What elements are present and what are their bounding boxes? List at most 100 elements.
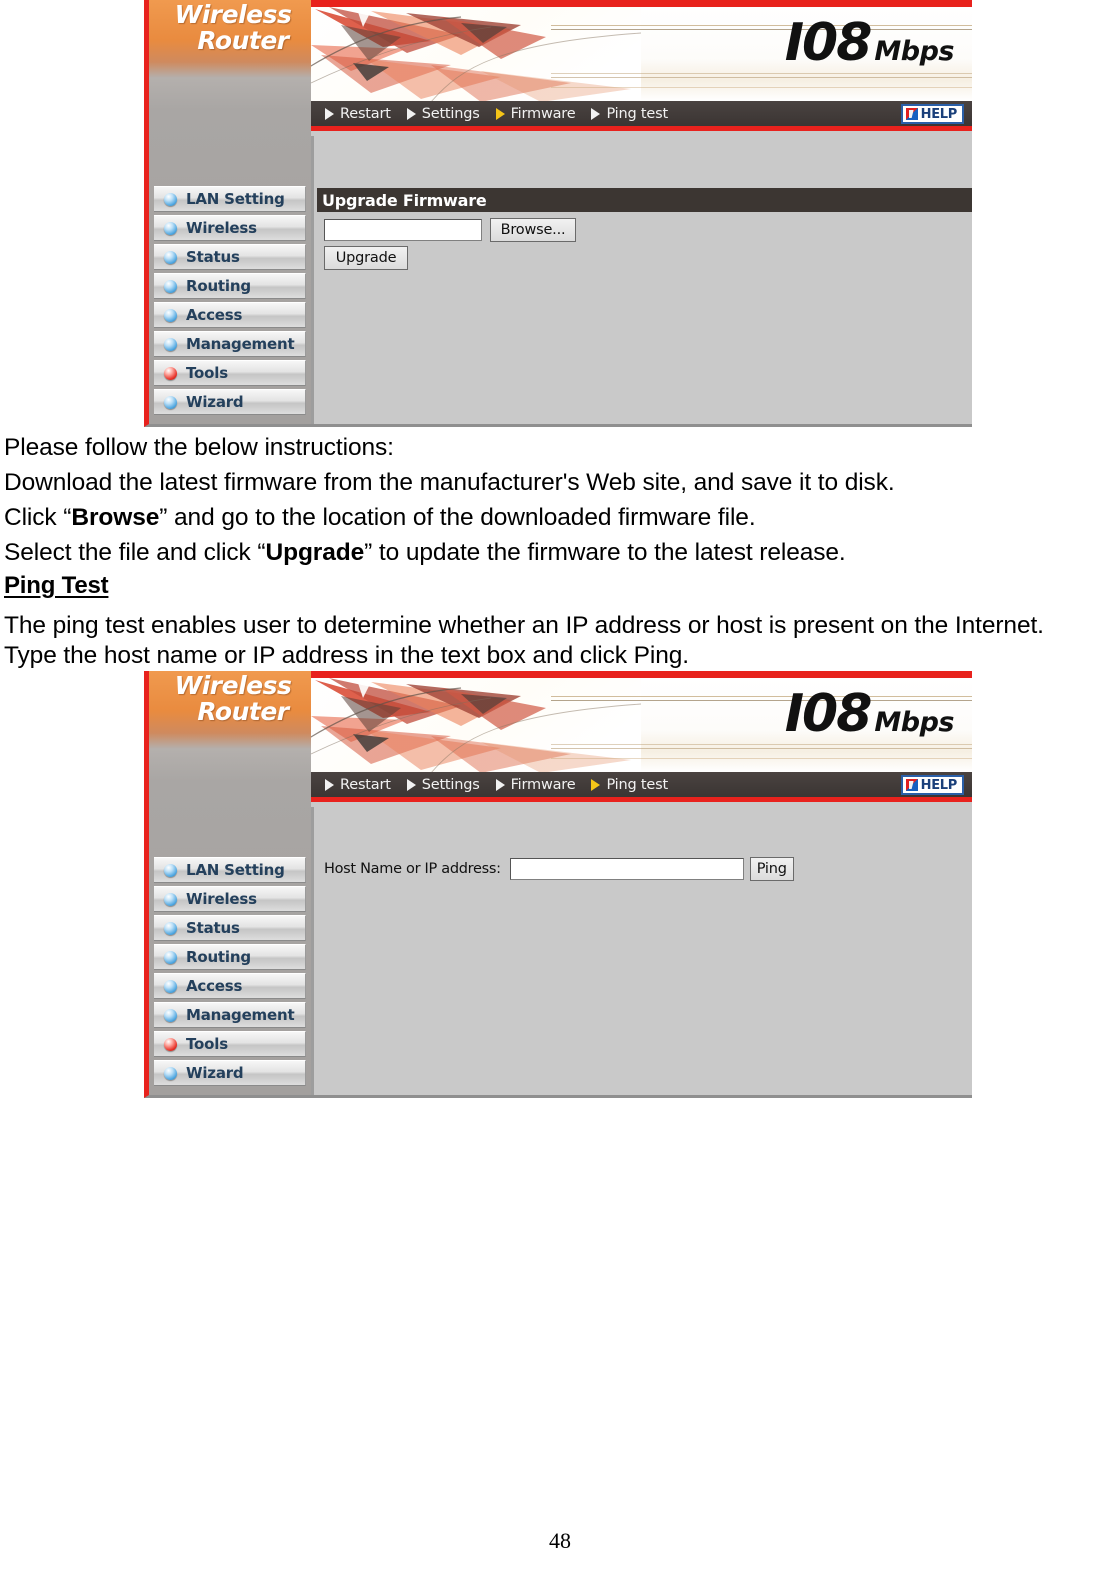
nav-item-label: Firmware — [510, 105, 576, 122]
bullet-icon — [164, 1008, 177, 1022]
sidebar-item-routing[interactable]: Routing — [154, 944, 306, 970]
nav-item-restart[interactable]: Restart — [325, 777, 391, 793]
firmware-file-input[interactable] — [324, 219, 482, 241]
arrow-right-active-icon — [591, 778, 601, 791]
help-button[interactable]: HELP — [900, 775, 964, 795]
ping-test-heading: Ping Test — [4, 572, 109, 600]
instruction-line-intro: Please follow the below instructions: — [4, 430, 1116, 465]
sidebar-item-lan-setting[interactable]: LAN Setting — [154, 186, 306, 212]
instruction-text-pre: Click “ — [4, 504, 72, 531]
sidebar-item-label: Wireless — [186, 219, 257, 237]
nav-item-label: Settings — [421, 105, 480, 122]
sidebar-item-label: Wizard — [186, 1064, 244, 1082]
sidebar-item-label: Tools — [186, 1035, 228, 1053]
nav-item-firmware[interactable]: Firmware — [495, 777, 576, 793]
sidebar: Wireless Router LAN Setting Wireless Sta… — [144, 0, 311, 427]
upgrade-action-row: Upgrade — [324, 246, 408, 270]
speed-unit: Mbps — [874, 707, 954, 738]
sidebar-item-label: Routing — [186, 948, 251, 966]
help-button-label: HELP — [920, 106, 958, 122]
sidebar-item-status[interactable]: Status — [154, 244, 306, 270]
banner: I08 Mbps — [311, 671, 972, 772]
sidebar-item-tools[interactable]: Tools — [154, 1031, 306, 1057]
instruction-text-bold: Upgrade — [265, 539, 365, 566]
host-name-label: Host Name or IP address: — [324, 861, 501, 877]
nav-item-settings[interactable]: Settings — [406, 105, 480, 122]
logo-line-2: Router — [197, 26, 289, 55]
sidebar-item-status[interactable]: Status — [154, 915, 306, 941]
main-column: I08 Mbps Restart Settings Firmware Ping t… — [311, 671, 972, 1098]
instruction-text-post: ” and go to the location of the download… — [159, 504, 756, 531]
top-nav: Restart Settings Firmware Ping test HELP — [311, 101, 972, 131]
nav-item-label: Settings — [421, 776, 480, 793]
host-name-input[interactable] — [509, 858, 744, 880]
bullet-icon-active — [164, 1037, 177, 1051]
nav-item-restart[interactable]: Restart — [325, 106, 391, 122]
product-logo: Wireless Router — [158, 673, 308, 725]
arrow-right-icon — [325, 778, 334, 791]
bullet-icon — [164, 921, 177, 935]
nav-item-ping-test[interactable]: Ping test — [591, 106, 668, 122]
sidebar: Wireless Router LAN Setting Wireless Sta… — [144, 671, 311, 1098]
speed-number: I08 — [784, 13, 873, 73]
sidebar-item-tools[interactable]: Tools — [154, 360, 306, 386]
bullet-icon — [164, 337, 177, 351]
sidebar-item-wizard[interactable]: Wizard — [154, 389, 306, 415]
browse-button[interactable]: Browse... — [490, 218, 576, 242]
bullet-icon — [164, 863, 177, 877]
nav-item-settings[interactable]: Settings — [406, 776, 480, 793]
upgrade-button[interactable]: Upgrade — [324, 246, 408, 270]
logo-line-1: Wireless — [174, 671, 292, 700]
nav-item-label: Ping test — [606, 776, 668, 793]
instruction-text-post: ” to update the firmware to the latest r… — [364, 539, 846, 566]
host-name-row: Host Name or IP address: Ping — [324, 857, 794, 881]
section-title-label: Upgrade Firmware — [322, 190, 487, 210]
instruction-line-browse: Click “Browse” and go to the location of… — [4, 500, 1116, 535]
sidebar-item-management[interactable]: Management — [154, 1002, 306, 1028]
bullet-icon — [164, 1066, 177, 1080]
instruction-line-download: Download the latest firmware from the ma… — [4, 465, 1116, 500]
logo-line-1: Wireless — [174, 0, 292, 29]
ping-button-label: Ping — [756, 861, 787, 877]
bullet-icon — [164, 308, 177, 322]
ping-paragraph-text: Type the host name or IP address in the … — [4, 642, 689, 669]
help-button-label: HELP — [920, 777, 958, 793]
sidebar-item-label: Routing — [186, 277, 251, 295]
nav-item-firmware[interactable]: Firmware — [495, 105, 576, 122]
bullet-icon — [164, 979, 177, 993]
sidebar-item-wizard[interactable]: Wizard — [154, 1060, 306, 1086]
sidebar-item-wireless[interactable]: Wireless — [154, 215, 306, 241]
sidebar-item-wireless[interactable]: Wireless — [154, 886, 306, 912]
nav-item-label: Ping test — [606, 105, 668, 122]
ping-test-panel: Wireless Router LAN Setting Wireless Sta… — [144, 671, 972, 1098]
instruction-text: Please follow the below instructions: — [4, 434, 394, 461]
sidebar-item-label: Wireless — [186, 890, 257, 908]
sidebar-item-label: Wizard — [186, 393, 244, 411]
bullet-icon — [164, 279, 177, 293]
speed-logo: I08 Mbps — [784, 13, 955, 73]
sidebar-item-routing[interactable]: Routing — [154, 273, 306, 299]
product-logo: Wireless Router — [158, 2, 308, 54]
sidebar-item-lan-setting[interactable]: LAN Setting — [154, 857, 306, 883]
bullet-icon — [164, 395, 177, 409]
sidebar-item-label: Management — [186, 1006, 295, 1024]
help-icon — [905, 779, 918, 791]
nav-item-ping-test[interactable]: Ping test — [591, 777, 668, 793]
sidebar-item-label: Status — [186, 248, 240, 266]
arrow-right-icon — [495, 778, 505, 791]
content-area: Host Name or IP address: Ping — [311, 807, 972, 1095]
ping-test-heading-label: Ping Test — [4, 572, 109, 599]
sidebar-item-access[interactable]: Access — [154, 973, 306, 999]
sidebar-menu: LAN Setting Wireless Status Routing Acce… — [154, 186, 306, 418]
sidebar-item-management[interactable]: Management — [154, 331, 306, 357]
ping-button[interactable]: Ping — [749, 857, 794, 881]
instruction-text-pre: Select the file and click “ — [4, 539, 266, 566]
instruction-text: Download the latest firmware from the ma… — [4, 469, 895, 496]
sidebar-item-access[interactable]: Access — [154, 302, 306, 328]
arrow-right-icon — [406, 107, 416, 120]
help-button[interactable]: HELP — [900, 104, 964, 124]
page-number: 48 — [0, 1528, 1120, 1554]
sidebar-item-label: Access — [186, 977, 243, 995]
sidebar-item-label: Management — [186, 335, 295, 353]
sidebar-item-label: Access — [186, 306, 243, 324]
